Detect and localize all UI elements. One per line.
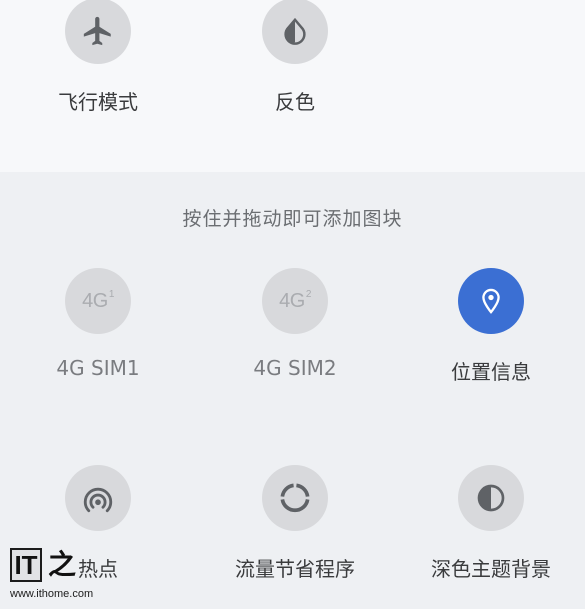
- drag-hint-text: 按住并拖动即可添加图块: [182, 208, 403, 230]
- tile-4g-sim1[interactable]: 4G 1 4G SIM1: [8, 268, 188, 380]
- tile-label-airplane: 飞行模式: [58, 90, 138, 114]
- 4g-sim1-icon: 4G 1: [82, 288, 114, 312]
- tile-label-location: 位置信息: [451, 360, 531, 384]
- invert-colors-icon: [284, 17, 306, 45]
- tile-4g-sim2[interactable]: 4G 2 4G SIM2: [205, 268, 385, 380]
- airplane-icon: [83, 16, 111, 46]
- tile-label-invert: 反色: [275, 90, 315, 114]
- data-saver-icon: [280, 483, 310, 513]
- tile-label-4g-sim1: 4G SIM1: [56, 356, 140, 380]
- ithome-watermark: IT 之 www.ithome.com: [10, 548, 98, 608]
- tile-dark-theme[interactable]: 深色主题背景: [401, 465, 581, 582]
- data-saver-tile-button[interactable]: [262, 465, 328, 531]
- dark-theme-tile-button[interactable]: [458, 465, 524, 531]
- ithome-logo-char: 之: [48, 548, 77, 581]
- tile-invert-colors[interactable]: 反色: [205, 0, 385, 115]
- tile-airplane-mode[interactable]: 飞行模式: [8, 0, 188, 115]
- 4g-sim2-tile-button[interactable]: 4G 2: [262, 268, 328, 334]
- tile-label-4g-sim2: 4G SIM2: [253, 356, 337, 380]
- tile-location[interactable]: 位置信息: [401, 268, 581, 385]
- ithome-url: www.ithome.com: [10, 588, 94, 600]
- location-pin-icon: [482, 288, 500, 314]
- tile-label-dark-theme: 深色主题背景: [431, 557, 551, 581]
- location-tile-button[interactable]: [458, 268, 524, 334]
- hotspot-tile-button[interactable]: [65, 465, 131, 531]
- ithome-logo: IT: [10, 548, 42, 582]
- dark-theme-icon: [477, 484, 505, 512]
- tile-label-data-saver: 流量节省程序: [235, 557, 355, 581]
- 4g-sim1-tile-button[interactable]: 4G 1: [65, 268, 131, 334]
- invert-colors-tile-button[interactable]: [262, 0, 328, 64]
- 4g-sim2-icon: 4G 2: [279, 288, 311, 312]
- airplane-tile-button[interactable]: [65, 0, 131, 64]
- tile-data-saver[interactable]: 流量节省程序: [205, 465, 385, 582]
- hotspot-icon: [83, 487, 113, 513]
